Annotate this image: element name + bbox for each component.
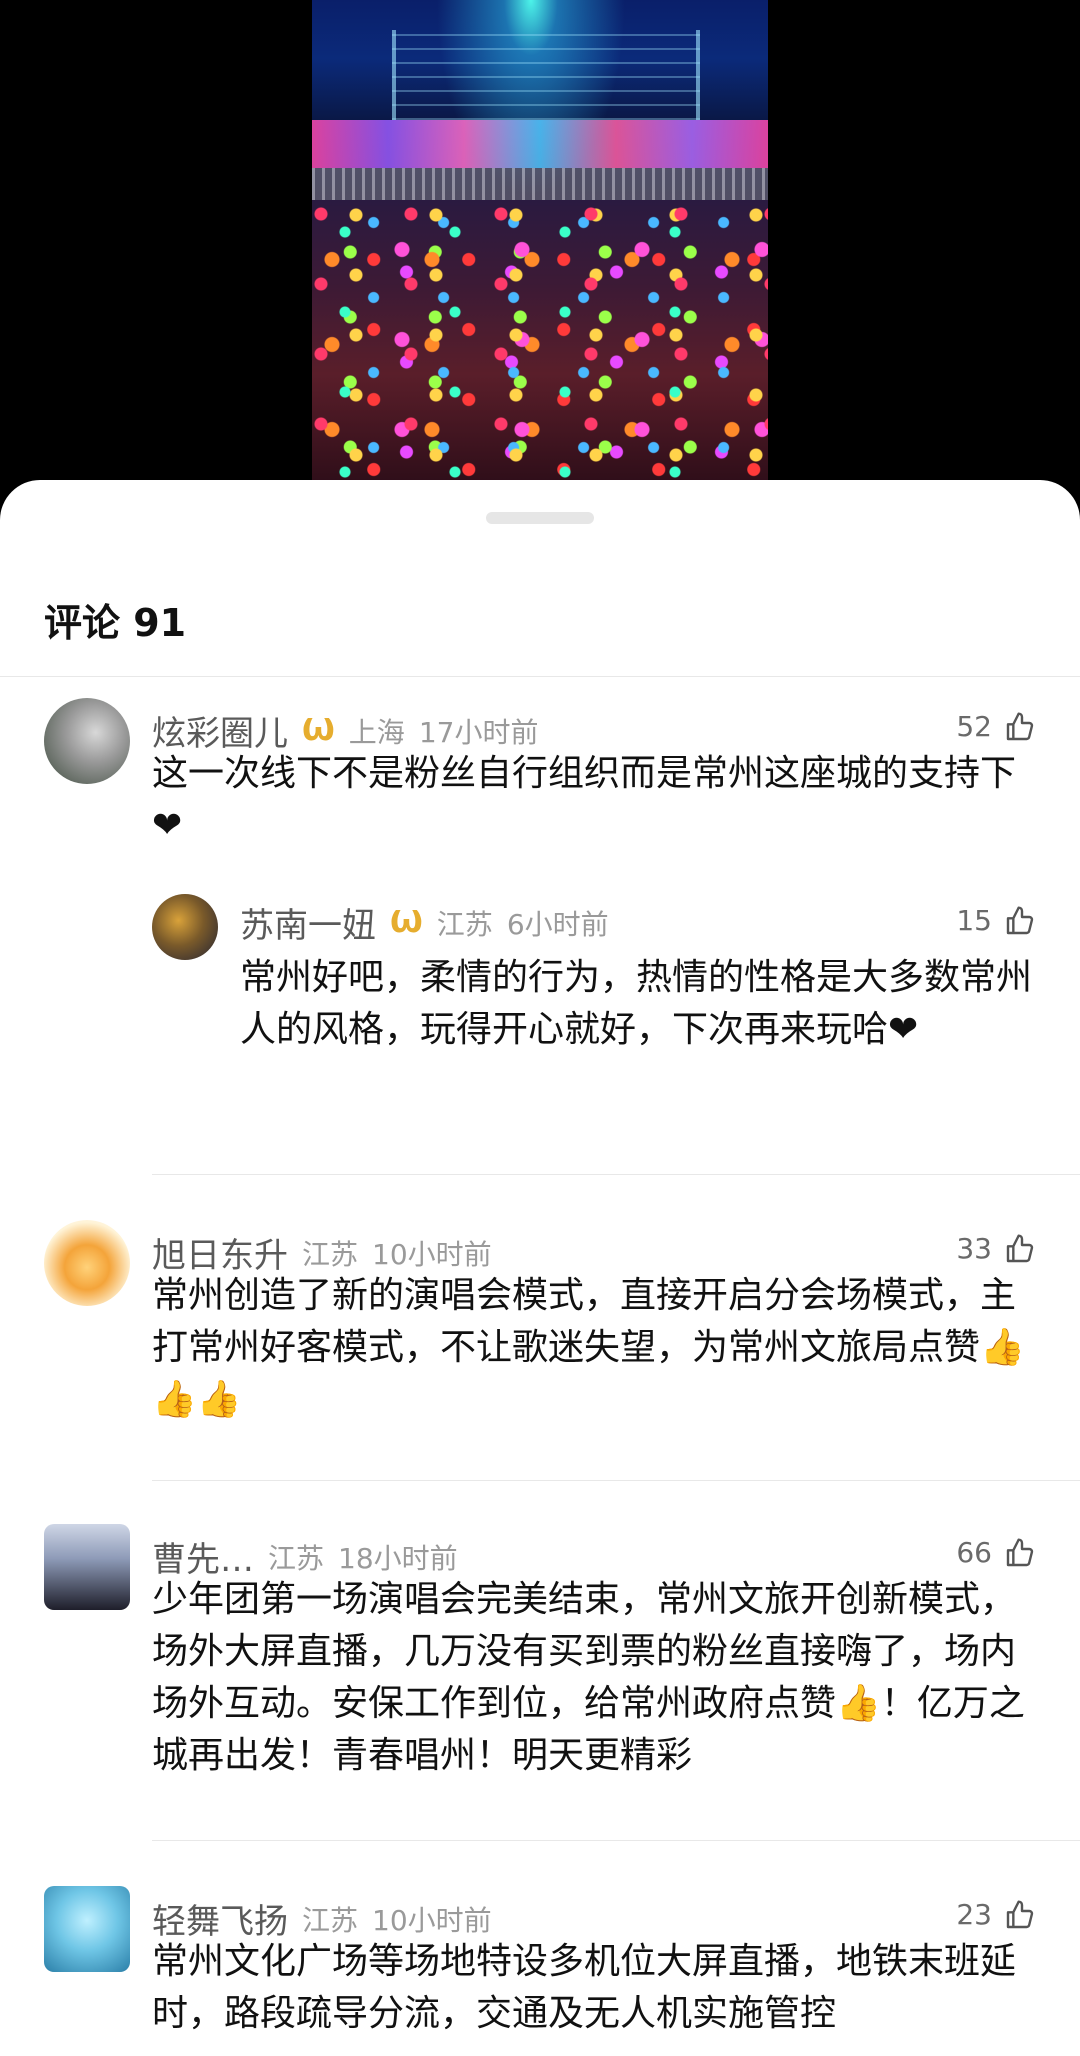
sheet-drag-handle[interactable] <box>486 512 594 524</box>
like-count: 52 <box>956 710 992 743</box>
timestamp: 10小时前 <box>372 1903 492 1937</box>
reply-location: 江苏 <box>436 907 493 941</box>
comment-item: 炫彩圈儿 Ѡ 上海 17小时前 52 这一次线下不是粉丝自行组织而是常州这座城的… <box>0 698 1080 1118</box>
thumbs-up-icon <box>1006 1537 1034 1566</box>
like-button[interactable]: 66 <box>956 1536 1036 1569</box>
comments-count-title: 评论 91 <box>44 601 187 645</box>
like-count: 33 <box>956 1232 992 1265</box>
avatar[interactable] <box>44 698 130 784</box>
thumbs-up-icon <box>1006 905 1034 934</box>
avatar[interactable] <box>44 1886 130 1972</box>
comment-text: 这一次线下不是粉丝自行组织而是常州这座城的支持下❤ <box>152 753 1017 846</box>
like-button[interactable]: 33 <box>956 1232 1036 1265</box>
crowd-lightsticks <box>312 200 768 490</box>
reply-avatar[interactable] <box>152 894 218 960</box>
thumbs-up-icon <box>1006 1899 1034 1928</box>
like-button[interactable]: 23 <box>956 1898 1036 1931</box>
timestamp: 18小时前 <box>338 1541 458 1575</box>
comment-item: 轻舞飞扬 江苏 10小时前 23 常州文化广场等场地特设多机位大屏直播，地铁末班… <box>0 1886 1080 2056</box>
stage-lights <box>312 120 768 168</box>
divider <box>152 1174 1080 1175</box>
location: 江苏 <box>302 1903 359 1937</box>
reply-username[interactable]: 苏南一妞 <box>240 898 376 947</box>
comment-item: 曹先… 江苏 18小时前 66 少年团第一场演唱会完美结束，常州文旅开创新模式，… <box>0 1524 1080 1844</box>
divider <box>152 1480 1080 1481</box>
like-count: 23 <box>956 1898 992 1931</box>
avatar[interactable] <box>44 1524 130 1610</box>
like-button[interactable]: 52 <box>956 710 1036 743</box>
timestamp: 10小时前 <box>372 1237 492 1271</box>
location: 江苏 <box>268 1541 325 1575</box>
location: 江苏 <box>302 1237 359 1271</box>
comment-text: 常州创造了新的演唱会模式，直接开启分会场模式，主打常州好客模式，不让歌迷失望，为… <box>152 1275 1025 1420</box>
reply-timestamp: 6小时前 <box>506 907 609 941</box>
comment-text: 常州文化广场等场地特设多机位大屏直播，地铁末班延时，路段疏导分流，交通及无人机实… <box>152 1941 1017 2034</box>
comment-item: 旭日东升 江苏 10小时前 33 常州创造了新的演唱会模式，直接开启分会场模式，… <box>0 1220 1080 1520</box>
divider <box>0 676 1080 677</box>
fan-badge-icon: Ѡ <box>302 713 335 748</box>
thumbs-up-icon <box>1006 1233 1034 1262</box>
location: 上海 <box>348 715 405 749</box>
comments-sheet: 评论 91 炫彩圈儿 Ѡ 上海 17小时前 52 这一次线下不是粉丝自行组织而是… <box>0 480 1080 2056</box>
concert-video-frame[interactable] <box>312 0 768 490</box>
reply-header: 苏南一妞 Ѡ 江苏 6小时前 <box>240 898 609 947</box>
video-player[interactable] <box>0 0 1080 490</box>
avatar[interactable] <box>44 1220 130 1306</box>
stage-truss <box>392 30 700 120</box>
timestamp: 17小时前 <box>418 715 539 749</box>
reply-text: 常州好吧，柔情的行为，热情的性格是大多数常州人的风格，玩得开心就好，下次再来玩哈… <box>240 957 1033 1050</box>
like-count: 15 <box>956 904 992 937</box>
thumbs-up-icon <box>1006 711 1034 740</box>
reply-like-button[interactable]: 15 <box>956 904 1036 937</box>
like-count: 66 <box>956 1536 992 1569</box>
comment-text: 少年团第一场演唱会完美结束，常州文旅开创新模式，场外大屏直播，几万没有买到票的粉… <box>152 1579 1025 1776</box>
fan-badge-icon: Ѡ <box>390 905 423 940</box>
divider <box>152 1840 1080 1841</box>
